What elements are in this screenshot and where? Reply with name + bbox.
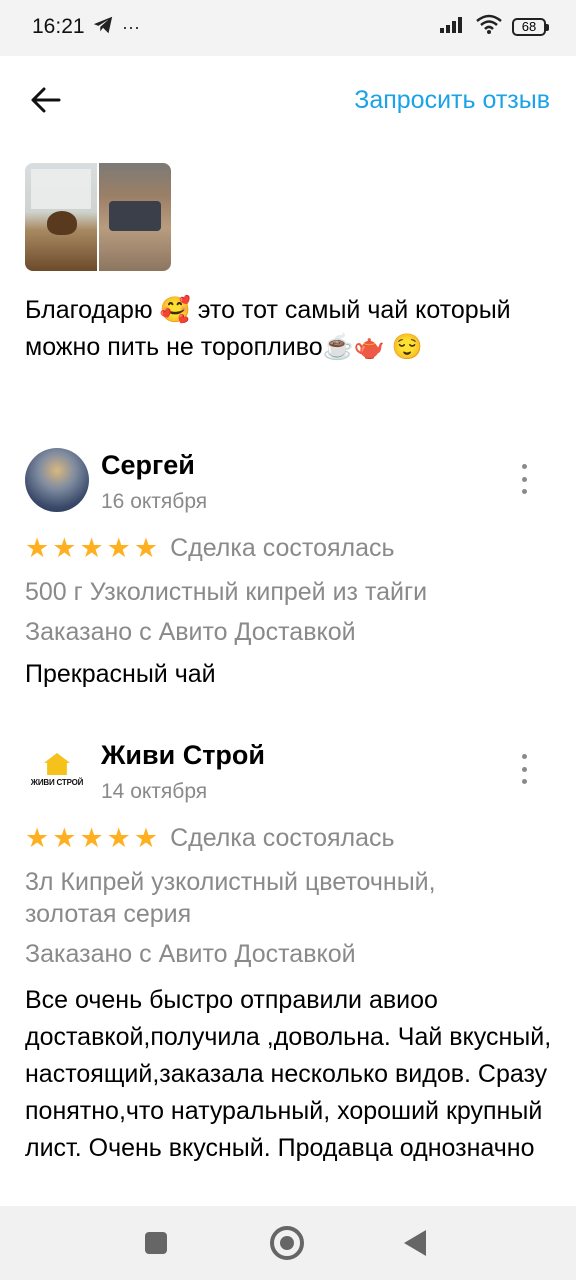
review-item[interactable]: 3л Кипрей узколистный цветочный, золотая… xyxy=(25,866,505,930)
deal-status: Сделка состоялась xyxy=(170,534,395,562)
system-nav-bar xyxy=(0,1206,576,1280)
star-icon: ★ xyxy=(52,823,77,853)
rating-stars: ★ ★ ★ ★ ★ xyxy=(25,825,158,852)
review-card: ЖИВИ СТРОЙ Живи Строй 14 октября ★ ★ ★ ★… xyxy=(25,738,553,1208)
star-icon: ★ xyxy=(133,533,159,563)
star-icon: ★ xyxy=(106,823,131,853)
status-time: 16:21 xyxy=(32,15,85,38)
reviewer-name[interactable]: Сергей xyxy=(101,450,195,481)
triangle-back-icon[interactable] xyxy=(404,1230,426,1256)
rating-row: ★ ★ ★ ★ ★ Сделка состоялась xyxy=(25,534,395,563)
star-icon: ★ xyxy=(133,823,159,853)
star-icon: ★ xyxy=(106,533,131,563)
avatar[interactable]: ЖИВИ СТРОЙ xyxy=(25,738,89,802)
review-delivery: Заказано с Авито Доставкой xyxy=(25,940,356,968)
review-photos xyxy=(25,163,171,271)
review-photo[interactable] xyxy=(25,163,97,271)
review-text: Прекрасный чай xyxy=(25,660,216,688)
top-bar: Запросить отзыв xyxy=(0,56,576,146)
logo-icon xyxy=(44,753,70,775)
deal-status: Сделка состоялась xyxy=(170,824,395,852)
review-text: Благодарю 🥰 это тот самый чай который мо… xyxy=(25,296,511,361)
star-icon: ★ xyxy=(25,533,50,563)
battery-level: 68 xyxy=(521,19,537,34)
request-review-link[interactable]: Запросить отзыв xyxy=(354,86,550,115)
review-date: 14 октября xyxy=(101,780,208,803)
review-card: Сергей 16 октября ★ ★ ★ ★ ★ Сделка состо… xyxy=(25,448,553,698)
more-vertical-icon[interactable] xyxy=(517,464,531,494)
star-icon: ★ xyxy=(52,533,77,563)
status-extra: ··· xyxy=(122,17,140,37)
avatar[interactable] xyxy=(25,448,89,512)
review-photo[interactable] xyxy=(99,163,171,271)
review-item[interactable]: 500 г Узколистный кипрей из тайги xyxy=(25,576,545,608)
wifi-icon xyxy=(476,14,502,39)
status-bar: 16:21 ··· 68 xyxy=(0,0,576,56)
star-icon: ★ xyxy=(79,823,104,853)
review-date: 16 октября xyxy=(101,490,208,513)
back-button[interactable] xyxy=(26,82,66,122)
star-icon: ★ xyxy=(79,533,104,563)
logo-text: ЖИВИ СТРОЙ xyxy=(30,778,84,787)
telegram-icon xyxy=(92,14,114,41)
signal-icon xyxy=(440,15,466,38)
square-icon[interactable] xyxy=(145,1232,167,1254)
rating-stars: ★ ★ ★ ★ ★ xyxy=(25,535,158,562)
battery-icon: 68 xyxy=(512,17,549,36)
review-text: Все очень быстро отправили авиоо доставк… xyxy=(25,986,552,1162)
reviewer-name[interactable]: Живи Строй xyxy=(101,740,265,771)
review-delivery: Заказано с Авито Доставкой xyxy=(25,618,356,646)
arrow-left-icon xyxy=(31,87,61,118)
rating-row: ★ ★ ★ ★ ★ Сделка состоялась xyxy=(25,824,395,853)
more-vertical-icon[interactable] xyxy=(517,754,531,784)
circle-icon[interactable] xyxy=(270,1226,304,1260)
star-icon: ★ xyxy=(25,823,50,853)
